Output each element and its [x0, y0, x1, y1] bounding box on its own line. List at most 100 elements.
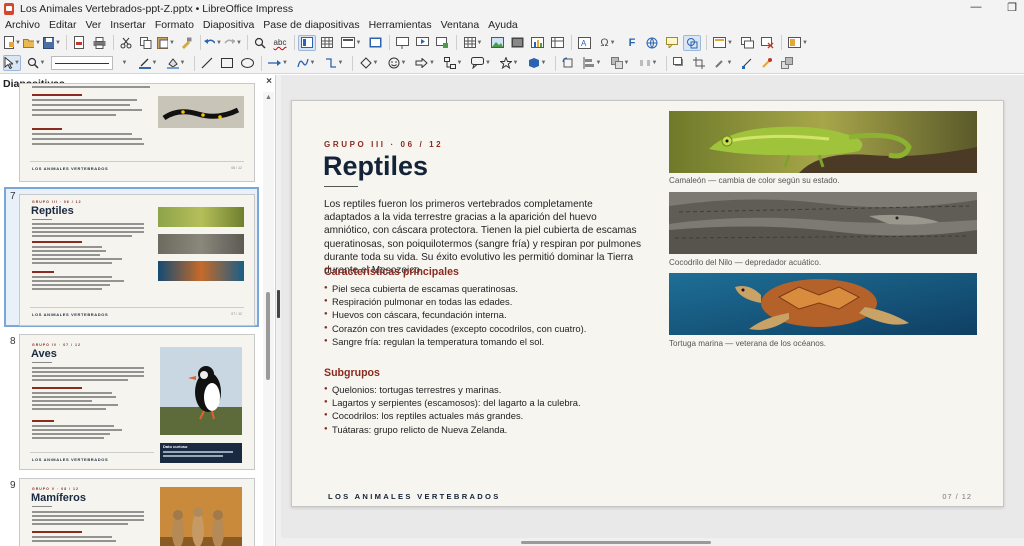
- sea-turtle-photo[interactable]: [669, 273, 977, 335]
- show-draw-functions-icon[interactable]: [683, 34, 701, 51]
- slide-layout-icon[interactable]: ▼: [338, 35, 364, 51]
- scrollbar-thumb[interactable]: [266, 292, 270, 380]
- slide-footer[interactable]: LOS ANIMALES VERTEBRADOS: [328, 492, 501, 501]
- slide-thumbnail-7[interactable]: GRUPO III · 06 / 12 Reptiles LOS ANIMALE…: [19, 194, 255, 326]
- cut-icon[interactable]: [117, 35, 135, 51]
- callout-shapes-icon[interactable]: ▼: [468, 55, 494, 71]
- features-list[interactable]: Piel seca cubierta de escamas queratinos…: [324, 282, 644, 348]
- fill-color-icon[interactable]: ▼: [163, 55, 189, 71]
- menu-ver[interactable]: Ver: [85, 19, 101, 31]
- line-style-arrow-icon[interactable]: ▼: [115, 55, 133, 71]
- save-icon[interactable]: ▼: [43, 35, 61, 51]
- stars-icon[interactable]: ▼: [496, 55, 522, 71]
- display-views-icon[interactable]: [366, 35, 384, 51]
- features-heading[interactable]: Características principales: [324, 266, 459, 278]
- print-icon[interactable]: [90, 35, 108, 51]
- transition-icon[interactable]: ▼: [785, 35, 811, 51]
- delete-slide-icon[interactable]: [758, 35, 776, 51]
- slides-panel-scrollbar[interactable]: ▲: [263, 92, 274, 546]
- fontwork-icon[interactable]: F: [623, 35, 641, 51]
- open-folder-icon[interactable]: ▼: [23, 35, 41, 51]
- paste-icon[interactable]: ▼: [157, 35, 175, 51]
- horizontal-scrollbar-thumb[interactable]: [521, 541, 711, 544]
- ellipse-icon[interactable]: [238, 55, 256, 71]
- line-style-dropdown[interactable]: [51, 56, 113, 70]
- hyperlink-icon[interactable]: [643, 35, 661, 51]
- current-slide[interactable]: GRUPO III · 06 / 12 Reptiles Los reptile…: [291, 100, 1004, 507]
- horizontal-scrollbar[interactable]: [281, 538, 1024, 546]
- menu-formato[interactable]: Formato: [155, 19, 194, 31]
- rotate-icon[interactable]: [559, 55, 577, 71]
- 3d-objects-icon[interactable]: ▼: [524, 55, 550, 71]
- chart-icon[interactable]: [528, 35, 546, 51]
- rectangle-icon[interactable]: [218, 55, 236, 71]
- glue-points-icon[interactable]: [758, 55, 776, 71]
- new-slide-icon[interactable]: [433, 35, 451, 51]
- extrusion-icon[interactable]: [778, 55, 796, 71]
- menu-pase-de-diapositivas[interactable]: Pase de diapositivas: [263, 19, 359, 31]
- connectors-icon[interactable]: ▼: [321, 55, 347, 71]
- shadow-icon[interactable]: [670, 55, 688, 71]
- zoom-pan-icon[interactable]: ▼: [23, 55, 49, 71]
- crop-icon[interactable]: [690, 55, 708, 71]
- arrange-icon[interactable]: ▼: [607, 55, 633, 71]
- find-replace-icon[interactable]: [251, 35, 269, 51]
- slide-thumbnail-8[interactable]: GRUPO IV · 07 / 12 Aves Dato curioso LOS…: [19, 334, 255, 470]
- lines-arrows-icon[interactable]: ▼: [265, 55, 291, 71]
- basic-shapes-icon[interactable]: ▼: [356, 55, 382, 71]
- subgroups-heading[interactable]: Subgrupos: [324, 367, 380, 379]
- new-document-icon[interactable]: ▼: [3, 35, 21, 51]
- toggle-point-edit-icon[interactable]: [738, 55, 756, 71]
- menu-insertar[interactable]: Insertar: [110, 19, 146, 31]
- menu-herramientas[interactable]: Herramientas: [369, 19, 432, 31]
- spelling-icon[interactable]: abc: [271, 35, 289, 51]
- clone-formatting-icon[interactable]: [177, 35, 195, 51]
- filter-icon[interactable]: ▼: [710, 55, 736, 71]
- slide-title[interactable]: Reptiles: [323, 151, 428, 182]
- scroll-up-icon[interactable]: ▲: [265, 94, 272, 101]
- splitter-grip[interactable]: [277, 290, 280, 318]
- flowchart-icon[interactable]: ▼: [440, 55, 466, 71]
- slide-thumbnail-9[interactable]: GRUPO V · 08 / 12 Mamíferos: [19, 478, 255, 546]
- insert-line-icon[interactable]: [198, 55, 216, 71]
- curves-polygons-icon[interactable]: ▼: [293, 55, 319, 71]
- crocodile-caption[interactable]: Cocodrilo del Nilo — depredador acuático…: [669, 258, 821, 267]
- align-objects-icon[interactable]: ▼: [579, 55, 605, 71]
- normal-view-icon[interactable]: [298, 34, 316, 51]
- table-icon[interactable]: ▼: [460, 35, 486, 51]
- minimize-button[interactable]: —: [968, 1, 984, 13]
- comment-icon[interactable]: [663, 35, 681, 51]
- duplicate-slide-icon[interactable]: [738, 35, 756, 51]
- pivot-table-icon[interactable]: [548, 35, 566, 51]
- start-current-slide-icon[interactable]: [413, 35, 431, 51]
- select-pointer-icon[interactable]: ▼: [3, 55, 21, 71]
- text-box-icon[interactable]: A: [575, 35, 593, 51]
- media-icon[interactable]: [508, 35, 526, 51]
- chameleon-caption[interactable]: Camaleón — cambia de color según su esta…: [669, 176, 840, 185]
- restore-button[interactable]: ❐: [1004, 1, 1020, 14]
- slide-thumbnail-6[interactable]: LOS ANIMALES VERTEBRADOS 06 / 12: [19, 83, 255, 182]
- export-pdf-icon[interactable]: [70, 35, 88, 51]
- subgroups-list[interactable]: Quelonios: tortugas terrestres y marinas…: [324, 383, 644, 436]
- slide-page-number[interactable]: 07 / 12: [942, 492, 972, 501]
- master-slide-icon[interactable]: ▼: [710, 35, 736, 51]
- menu-diapositiva[interactable]: Diapositiva: [203, 19, 254, 31]
- copy-icon[interactable]: [137, 35, 155, 51]
- menu-ayuda[interactable]: Ayuda: [488, 19, 518, 31]
- grid-view-icon[interactable]: [318, 35, 336, 51]
- redo-icon[interactable]: ▼: [224, 35, 242, 51]
- symbol-shapes-icon[interactable]: ▼: [384, 55, 410, 71]
- crocodile-photo[interactable]: [669, 192, 977, 254]
- close-panel-button[interactable]: ×: [266, 76, 272, 87]
- undo-icon[interactable]: ▼: [204, 35, 222, 51]
- turtle-caption[interactable]: Tortuga marina — veterana de los océanos…: [669, 339, 826, 348]
- line-color-icon[interactable]: ▼: [135, 55, 161, 71]
- block-arrows-icon[interactable]: ▼: [412, 55, 438, 71]
- start-presentation-icon[interactable]: [393, 35, 411, 51]
- special-character-icon[interactable]: Ω ▼: [595, 35, 621, 51]
- image-icon[interactable]: [488, 35, 506, 51]
- menu-ventana[interactable]: Ventana: [441, 19, 480, 31]
- menu-archivo[interactable]: Archivo: [5, 19, 40, 31]
- menu-editar[interactable]: Editar: [49, 19, 76, 31]
- distribute-icon[interactable]: ▼: [635, 55, 661, 71]
